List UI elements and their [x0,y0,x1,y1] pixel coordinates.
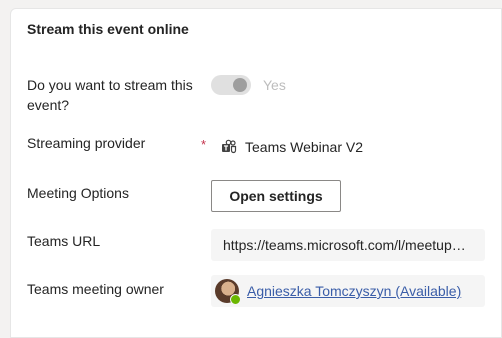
presence-available-icon [230,294,241,305]
streaming-provider-label: Streaming provider [27,135,146,151]
teams-url-value: https://teams.microsoft.com/l/meetup… [223,237,466,253]
avatar [215,279,241,305]
teams-icon [221,139,237,155]
teams-meeting-owner-label: Teams meeting owner [27,281,164,297]
meeting-options-label: Meeting Options [27,185,129,201]
open-settings-button[interactable]: Open settings [211,180,341,212]
toggle-knob [233,78,247,92]
stream-toggle-text: Yes [263,77,286,93]
stream-toggle[interactable] [211,75,251,95]
stream-question-label: Do you want to stream this event? [27,77,193,113]
teams-url-label: Teams URL [27,233,101,249]
streaming-provider-value: Teams Webinar V2 [221,139,363,155]
streaming-provider-text: Teams Webinar V2 [245,139,364,155]
teams-url-field[interactable]: https://teams.microsoft.com/l/meetup… [211,229,485,261]
teams-meeting-owner-field: Agnieszka Tomczyszyn (Available) [211,275,485,307]
section-title: Stream this event online [27,21,189,37]
owner-link[interactable]: Agnieszka Tomczyszyn (Available) [247,283,461,299]
required-marker: * [201,137,207,152]
stream-online-card: Stream this event online Do you want to … [10,8,502,338]
